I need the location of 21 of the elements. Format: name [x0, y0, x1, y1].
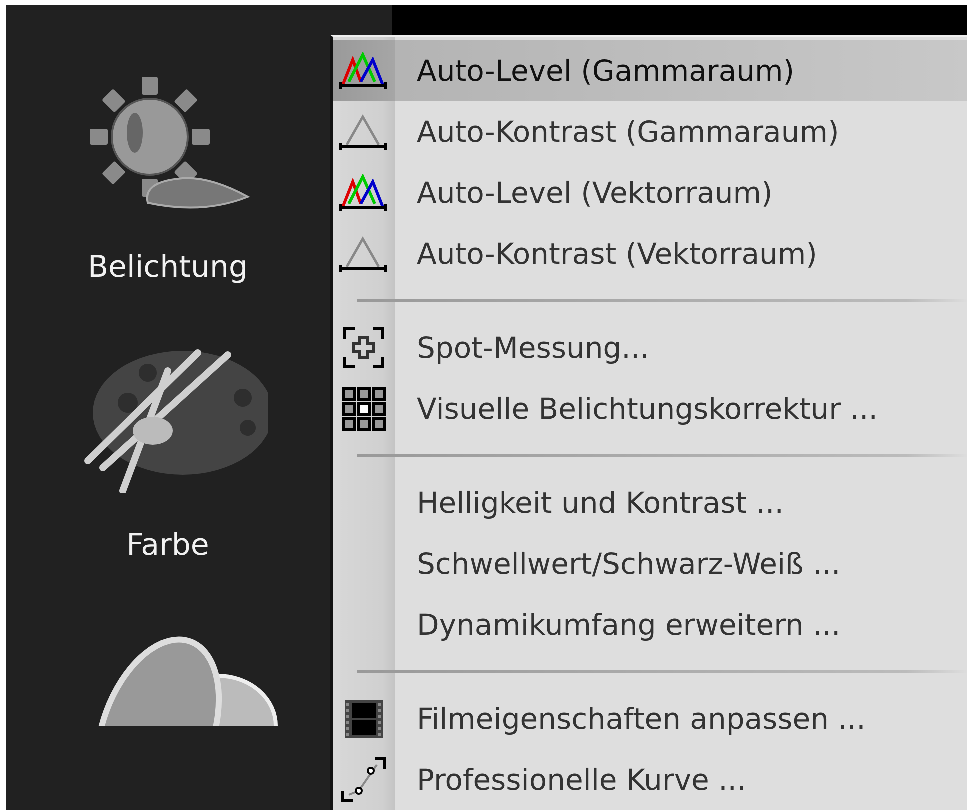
spot-meter-icon — [343, 326, 385, 368]
menu-item[interactable]: Auto-Kontrast (Gammaraum) — [333, 101, 967, 162]
tool-label[interactable]: Farbe — [126, 531, 210, 561]
tool-label[interactable]: Belichtung — [88, 253, 248, 283]
menu-item[interactable]: Professionelle Kurve ... — [333, 749, 967, 810]
menu-item[interactable]: Filmeigenschaften anpassen ... — [333, 688, 967, 749]
menu-item[interactable]: Auto-Level (Gammaraum) — [333, 40, 967, 101]
histogram-icon — [339, 112, 389, 150]
menu-item[interactable]: Spot-Messung... — [333, 317, 967, 378]
grid-icon — [342, 386, 386, 430]
curve-icon — [341, 756, 387, 802]
menu-item[interactable]: Visuelle Belichtungskorrektur ... — [333, 378, 967, 439]
histogram-rgb-icon — [339, 174, 389, 212]
menu-item[interactable]: Auto-Kontrast (Vektorraum) — [333, 223, 967, 284]
menu-item[interactable]: Auto-Level (Vektorraum) — [333, 162, 967, 223]
histogram-rgb-icon — [339, 52, 389, 90]
histogram-icon — [339, 234, 389, 272]
menu-item[interactable]: Dynamikumfang erweitern ... — [333, 594, 967, 655]
menu-item[interactable]: Helligkeit und Kontrast ... — [333, 472, 967, 533]
film-icon — [345, 700, 383, 738]
menu-item[interactable]: Schwellwert/Schwarz-Weiß ... — [333, 533, 967, 594]
